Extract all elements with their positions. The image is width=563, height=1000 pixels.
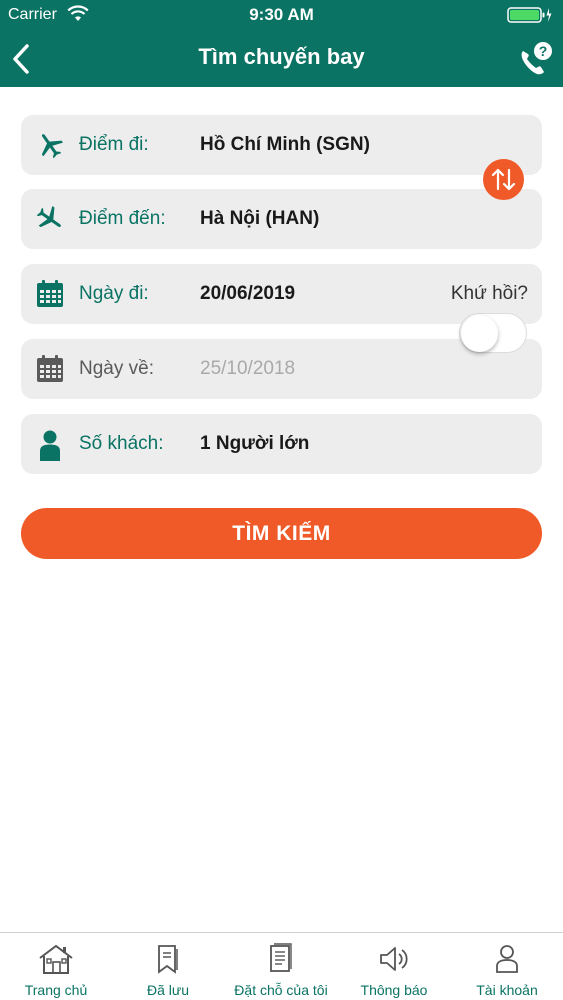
- person-icon: [35, 429, 65, 461]
- toggle-knob: [461, 315, 498, 352]
- return-date-field[interactable]: Ngày về: 25/10/2018: [21, 339, 542, 399]
- swap-airports-button[interactable]: [483, 159, 524, 200]
- departure-date-label: Ngày đi:: [79, 283, 149, 304]
- page-title: Tìm chuyến bay: [198, 44, 365, 69]
- tab-label: Tài khoản: [476, 982, 538, 998]
- bottom-tab-bar: Trang chủ Đã lưu Đặt chỗ của tôi Thông b…: [0, 932, 563, 1000]
- status-bar: Carrier 9:30 AM: [0, 0, 563, 30]
- plane-landing-icon: [35, 204, 65, 234]
- tab-my-bookings[interactable]: Đặt chỗ của tôi: [225, 933, 337, 1000]
- tab-label: Trang chủ: [24, 982, 88, 998]
- battery-icon: [507, 6, 553, 29]
- svg-text:?: ?: [539, 43, 548, 59]
- departure-airport-field[interactable]: Điểm đi: Hồ Chí Minh (SGN): [21, 115, 542, 175]
- tab-label: Đã lưu: [146, 982, 190, 998]
- arrival-airport-field[interactable]: Điểm đến: Hà Nội (HAN): [21, 189, 542, 249]
- calendar-icon: [35, 354, 65, 384]
- tab-label: Đặt chỗ của tôi: [234, 982, 328, 998]
- departure-date-value: 20/06/2019: [200, 283, 296, 304]
- support-call-icon[interactable]: ?: [515, 39, 555, 79]
- user-icon: [494, 943, 520, 980]
- calendar-icon: [35, 279, 65, 309]
- arrival-value: Hà Nội (HAN): [200, 208, 320, 229]
- swap-arrows-icon: [491, 168, 516, 191]
- tab-saved[interactable]: Đã lưu: [112, 933, 224, 1000]
- speaker-icon: [378, 943, 410, 980]
- status-time: 9:30 AM: [249, 5, 314, 24]
- search-button[interactable]: TÌM KIẾM: [21, 508, 542, 559]
- round-trip-label: Khứ hồi?: [450, 283, 528, 304]
- tab-label: Thông báo: [360, 982, 428, 998]
- departure-date-field[interactable]: Ngày đi: 20/06/2019 Khứ hồi?: [21, 264, 542, 324]
- navigation-bar: Tìm chuyến bay ?: [0, 30, 563, 87]
- departure-value: Hồ Chí Minh (SGN): [200, 134, 370, 155]
- plane-takeoff-icon: [35, 130, 65, 160]
- passengers-label: Số khách:: [79, 433, 164, 454]
- passengers-value: 1 Người lớn: [200, 433, 310, 454]
- home-icon: [37, 943, 75, 980]
- tab-account[interactable]: Tài khoản: [451, 933, 563, 1000]
- round-trip-toggle[interactable]: [459, 313, 527, 353]
- passengers-field[interactable]: Số khách: 1 Người lớn: [21, 414, 542, 474]
- tab-home[interactable]: Trang chủ: [0, 933, 112, 1000]
- tab-notifications[interactable]: Thông báo: [338, 933, 450, 1000]
- arrival-label: Điểm đến:: [79, 208, 166, 229]
- bookmark-icon: [155, 943, 181, 980]
- return-date-label: Ngày về:: [79, 358, 154, 379]
- return-date-value: 25/10/2018: [200, 358, 296, 379]
- departure-label: Điểm đi:: [79, 134, 149, 155]
- document-icon: [268, 943, 294, 980]
